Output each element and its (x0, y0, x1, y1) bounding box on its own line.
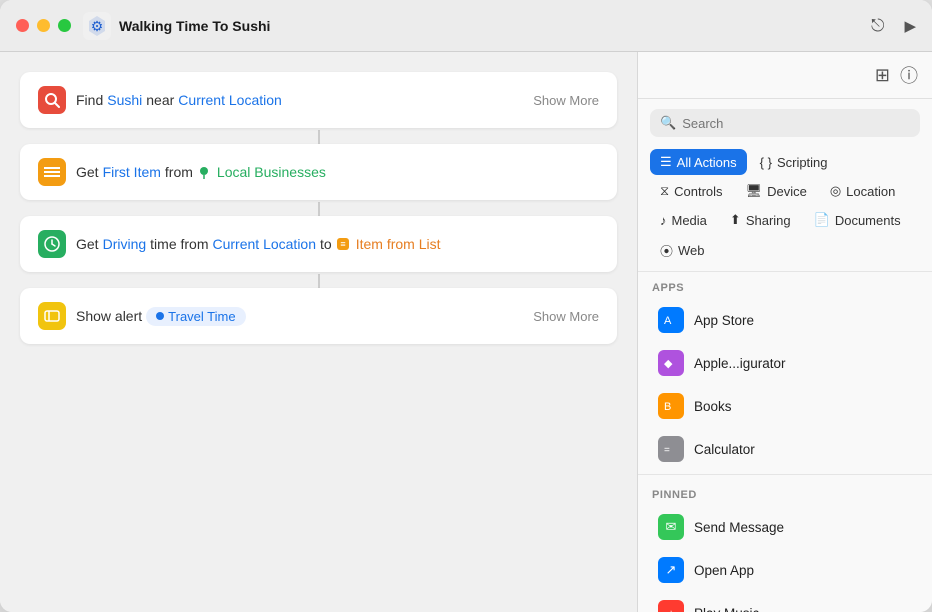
apple-configurator-icon: ◆ (658, 350, 684, 376)
sharing-label: Sharing (746, 213, 791, 228)
controls-icon: ⧖ (660, 183, 669, 199)
search-input[interactable] (682, 116, 910, 131)
categories-row: ☰ All Actions { } Scripting ⧖ Controls 🖥… (638, 143, 932, 272)
search-icon: 🔍 (660, 115, 676, 131)
device-icon: 🖥 (746, 183, 763, 199)
list-item-apple-configurator[interactable]: ◆ Apple...igurator (644, 342, 926, 384)
controls-label: Controls (674, 184, 722, 199)
connector-2 (318, 202, 320, 216)
list-icon (38, 158, 66, 186)
web-label: Web (678, 243, 705, 258)
category-location[interactable]: ◎ Location (820, 178, 906, 204)
list-item-calculator[interactable]: = Calculator (644, 428, 926, 470)
action-find-sushi[interactable]: Find Sushi near Current Location Show Mo… (20, 72, 617, 128)
svg-text:A: A (664, 315, 672, 327)
play-music-label: Play Music (694, 606, 759, 612)
find-sushi-text: Find Sushi near Current Location (76, 92, 282, 108)
right-scroll-area: Apps A App Store ◆ Apple...igurator B (638, 272, 932, 612)
all-actions-icon: ☰ (660, 154, 672, 170)
play-button[interactable]: ▶ (904, 17, 916, 35)
category-scripting[interactable]: { } Scripting (750, 149, 838, 175)
list-item-play-music[interactable]: ♪ Play Music (644, 592, 926, 612)
main-content: Find Sushi near Current Location Show Mo… (0, 52, 932, 612)
pinned-section-label: Pinned (638, 479, 932, 505)
svg-text:≡: ≡ (340, 239, 345, 249)
send-message-icon: ✉ (658, 514, 684, 540)
send-message-label: Send Message (694, 520, 784, 535)
list-item-books[interactable]: B Books (644, 385, 926, 427)
category-all-actions[interactable]: ☰ All Actions (650, 149, 747, 175)
get-driving-text: Get Driving time from Current Location t… (76, 236, 441, 252)
category-web[interactable]: ⦿ Web (650, 236, 715, 265)
action-show-alert[interactable]: Show alert Travel Time Show More (20, 288, 617, 344)
location-icon: ◎ (830, 183, 841, 199)
all-actions-label: All Actions (677, 155, 737, 170)
category-media[interactable]: ♪ Media (650, 207, 717, 233)
category-sharing[interactable]: ⬆ Sharing (720, 207, 801, 233)
category-documents[interactable]: 📄 Documents (804, 207, 911, 233)
list-item-appstore[interactable]: A App Store (644, 299, 926, 341)
category-controls[interactable]: ⧖ Controls (650, 178, 733, 204)
web-icon: ⦿ (660, 241, 673, 260)
show-alert-text: Show alert Travel Time (76, 307, 246, 326)
sharing-icon: ⬆ (730, 212, 741, 228)
titlebar: ⚙ Walking Time To Sushi ⎋ ▶ (0, 0, 932, 52)
calculator-icon: = (658, 436, 684, 462)
scripting-label: Scripting (777, 155, 828, 170)
alert-show-more[interactable]: Show More (533, 309, 599, 324)
apple-configurator-label: Apple...igurator (694, 356, 786, 371)
svg-text:⚙: ⚙ (91, 18, 104, 34)
window-title: Walking Time To Sushi (119, 18, 270, 34)
clock-icon (38, 230, 66, 258)
find-icon (38, 86, 66, 114)
find-show-more[interactable]: Show More (533, 93, 599, 108)
app-icon: ⚙ (83, 12, 111, 40)
list-item-open-app[interactable]: ↗ Open App (644, 549, 926, 591)
action-get-driving[interactable]: Get Driving time from Current Location t… (20, 216, 617, 272)
open-app-icon: ↗ (658, 557, 684, 583)
search-bar: 🔍 (650, 109, 920, 137)
right-header: ⊞ ⓘ (638, 52, 932, 99)
play-music-icon: ♪ (658, 600, 684, 612)
fullscreen-button[interactable] (58, 19, 71, 32)
left-panel: Find Sushi near Current Location Show Mo… (0, 52, 637, 612)
svg-text:B: B (664, 401, 671, 413)
traffic-lights (16, 19, 71, 32)
list-item-send-message[interactable]: ✉ Send Message (644, 506, 926, 548)
books-label: Books (694, 399, 732, 414)
titlebar-actions: ⎋ ▶ (871, 16, 916, 36)
gallery-button[interactable]: ⊞ (875, 65, 890, 86)
get-item-text: Get First Item from Local Businesses (76, 164, 326, 180)
location-label: Location (846, 184, 895, 199)
scripting-icon: { } (760, 155, 772, 170)
divider-1 (638, 474, 932, 475)
appstore-label: App Store (694, 313, 754, 328)
documents-icon: 📄 (814, 212, 830, 228)
media-label: Media (672, 213, 707, 228)
share-button[interactable]: ⎋ (871, 16, 884, 36)
right-panel: ⊞ ⓘ 🔍 ☰ All Actions { } Scripting ⧖ (637, 52, 932, 612)
app-window: ⚙ Walking Time To Sushi ⎋ ▶ Find Sushi n… (0, 0, 932, 612)
documents-label: Documents (835, 213, 901, 228)
svg-text:=: = (664, 445, 670, 456)
appstore-icon: A (658, 307, 684, 333)
connector-3 (318, 274, 320, 288)
minimize-button[interactable] (37, 19, 50, 32)
info-button[interactable]: ⓘ (900, 62, 918, 88)
action-get-first-item[interactable]: Get First Item from Local Businesses (20, 144, 617, 200)
svg-text:◆: ◆ (664, 358, 673, 370)
device-label: Device (767, 184, 807, 199)
alert-icon (38, 302, 66, 330)
close-button[interactable] (16, 19, 29, 32)
apps-section-label: Apps (638, 272, 932, 298)
calculator-label: Calculator (694, 442, 755, 457)
travel-time-badge: Travel Time (146, 307, 245, 326)
connector-1 (318, 130, 320, 144)
category-device[interactable]: 🖥 Device (736, 178, 817, 204)
media-icon: ♪ (660, 213, 667, 228)
open-app-label: Open App (694, 563, 754, 578)
books-icon: B (658, 393, 684, 419)
